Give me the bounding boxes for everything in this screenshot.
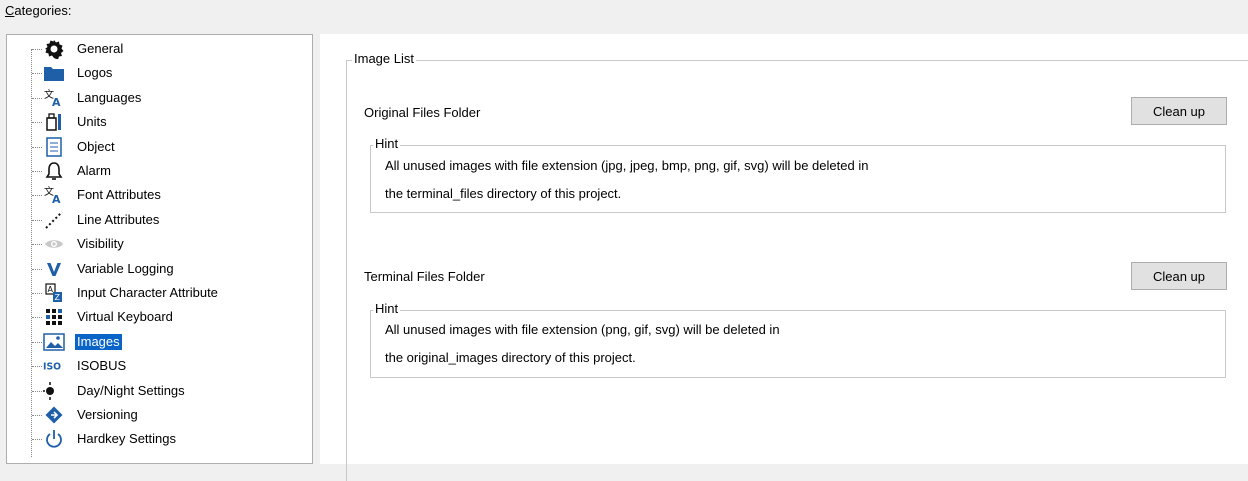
tree-connector — [32, 390, 42, 392]
tree-item-units[interactable]: Units — [7, 110, 307, 134]
tree-item-images[interactable]: Images — [7, 330, 307, 354]
original-hint-line-2: the terminal_files directory of this pro… — [385, 186, 622, 201]
versioning-icon — [43, 405, 65, 425]
folder-icon — [43, 63, 65, 83]
tree-connector — [32, 366, 42, 368]
language-icon: 文A — [43, 88, 65, 108]
terminal-hint-line-2: the original_images directory of this pr… — [385, 350, 636, 365]
tree-connector — [32, 73, 42, 75]
tree-item-label: Variable Logging — [77, 260, 174, 276]
tree-connector — [32, 268, 42, 270]
tree-connector — [32, 219, 42, 221]
tree-item-input-character-attribute[interactable]: A Z Input Character Attribute — [7, 281, 307, 305]
terminal-clean-up-button[interactable]: Clean up — [1131, 262, 1227, 290]
original-hint-title: Hint — [373, 136, 401, 151]
original-files-folder-label: Original Files Folder — [364, 105, 481, 120]
tree-item-languages[interactable]: 文 A Languages — [7, 86, 307, 110]
tree-item-label: Day/Night Settings — [77, 382, 185, 398]
tree-connector — [32, 341, 42, 343]
tree-item-label: Images — [75, 333, 122, 350]
tree-item-day-night-settings[interactable]: Day/Night Settings — [7, 379, 307, 403]
tree-item-line-attributes[interactable]: Line Attributes — [7, 208, 307, 232]
tree-item-font-attributes[interactable]: 文 A Font Attributes — [7, 183, 307, 207]
tree-item-virtual-keyboard[interactable]: Virtual Keyboard — [7, 305, 307, 329]
iso-icon: ISO — [43, 356, 65, 376]
tree-item-label: Font Attributes — [77, 187, 161, 203]
tree-item-label: ISOBUS — [77, 358, 127, 374]
tree-item-hardkey-settings[interactable]: Hardkey Settings — [7, 427, 307, 451]
original-hint-line-1: All unused images with file extension (j… — [385, 158, 869, 173]
v-icon — [43, 259, 65, 279]
image-list-title: Image List — [352, 51, 416, 66]
tree-item-alarm[interactable]: Alarm — [7, 159, 307, 183]
tree-connector — [32, 317, 42, 319]
tree-item-label: General — [77, 41, 124, 56]
document-icon — [43, 136, 65, 157]
tree-item-general[interactable]: General — [7, 37, 307, 61]
categories-label: Categories: — [5, 3, 72, 18]
keyboard-icon — [43, 307, 65, 327]
image-icon — [43, 332, 65, 352]
dotted-line-icon — [43, 210, 65, 230]
terminal-files-folder-label: Terminal Files Folder — [364, 269, 485, 284]
tree-item-object[interactable]: Object — [7, 135, 307, 159]
tree-connector — [32, 439, 42, 441]
tree-connector — [32, 415, 42, 416]
terminal-hint-line-1: All unused images with file extension (p… — [385, 322, 780, 337]
original-clean-up-button[interactable]: Clean up — [1131, 97, 1227, 125]
svg-text:A: A — [48, 285, 54, 294]
tree-connector — [32, 49, 42, 50]
input-char-icon: AZ — [43, 283, 65, 303]
tree-connector — [32, 146, 42, 148]
tree-item-label: Input Character Attribute — [77, 285, 218, 300]
tree-item-label: Languages — [77, 89, 142, 105]
power-icon — [43, 429, 65, 449]
tree-item-logos[interactable]: Logos — [7, 61, 307, 85]
svg-text:A: A — [52, 193, 61, 205]
tree-connector — [32, 195, 42, 197]
tree-item-variable-logging[interactable]: Variable Logging — [7, 257, 307, 281]
tree-item-visibility[interactable]: Visibility — [7, 232, 307, 256]
tree-connector — [32, 122, 42, 124]
tree-connector — [32, 97, 42, 99]
terminal-hint-box — [370, 310, 1226, 378]
tree-item-isobus[interactable]: ISO ISOBUS — [7, 354, 307, 378]
terminal-hint-title: Hint — [373, 301, 401, 316]
tree-item-label: Units — [77, 114, 107, 130]
tree-item-versioning[interactable]: Versioning — [7, 403, 307, 427]
tree-connector — [32, 293, 42, 294]
bell-icon — [43, 161, 65, 181]
tree-item-label: Virtual Keyboard — [77, 309, 173, 325]
categories-tree[interactable]: General Logos 文 A Languages Units Object Alarm 文… — [6, 34, 313, 464]
svg-text:A: A — [52, 96, 61, 108]
svg-text:Z: Z — [55, 293, 61, 302]
tree-item-label: Logos — [77, 65, 113, 81]
font-icon: 文A — [43, 185, 65, 205]
svg-text:ISO: ISO — [43, 362, 61, 373]
tree-item-label: Visibility — [77, 236, 124, 252]
original-hint-box — [370, 145, 1226, 213]
tree-item-label: Hardkey Settings — [77, 431, 176, 447]
tree-connector — [32, 171, 42, 172]
tree-connector — [32, 244, 42, 246]
tree-item-label: Line Attributes — [77, 211, 160, 227]
eye-icon — [43, 234, 65, 254]
day-night-icon — [43, 381, 65, 401]
units-icon — [43, 112, 65, 132]
tree-item-label: Versioning — [77, 407, 138, 422]
gear-icon — [43, 39, 65, 59]
tree-item-label: Object — [77, 138, 115, 154]
tree-item-label: Alarm — [77, 163, 111, 178]
